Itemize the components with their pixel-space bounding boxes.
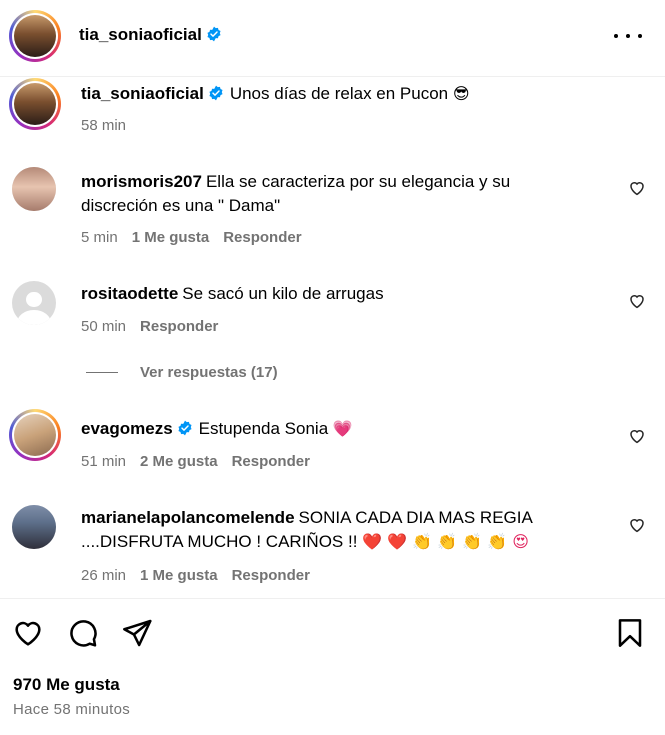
comment-username[interactable]: marianelapolancomelende [81,508,295,527]
comment-meta: 26 min 1 Me gusta Responder [81,567,310,584]
verified-badge-icon [207,26,221,42]
comment-avatar[interactable] [9,409,61,461]
comment-likes-link[interactable]: 2 Me gusta [140,453,218,470]
reply-button[interactable]: Responder [140,318,218,335]
comment-like-heart-icon[interactable] [628,427,646,445]
verified-badge-icon [209,85,223,101]
comment-time: 50 min [81,318,127,335]
comment-meta: 51 min 2 Me gusta Responder [81,453,310,470]
comment-like-heart-icon[interactable] [628,516,646,534]
caption-time: 58 min [81,117,127,134]
comment-meta: 50 min Responder [81,318,218,335]
comment-time: 5 min [81,229,118,246]
header-username[interactable]: tia_soniaoficial [79,25,222,45]
comment-time: 26 min [81,567,127,584]
bookmark-icon[interactable] [614,617,646,649]
profile-photo-icon [12,167,56,211]
comment-like-heart-icon[interactable] [628,292,646,310]
profile-photo-icon [14,414,56,456]
header-avatar[interactable] [9,10,61,62]
comment-username[interactable]: evagomezs [81,419,173,438]
replies-divider-line [86,372,118,373]
more-options-icon[interactable] [614,24,642,48]
comment-text: rositaodette Se sacó un kilo de arrugas [81,284,384,303]
comment-username[interactable]: rositaodette [81,284,178,303]
comment-avatar[interactable] [12,281,56,325]
send-icon[interactable] [121,617,153,649]
caption-username[interactable]: tia_soniaoficial [81,84,204,103]
reply-button[interactable]: Responder [232,567,310,584]
comment-likes-link[interactable]: 1 Me gusta [140,567,218,584]
likes-count[interactable]: 970 Me gusta [13,675,120,695]
heart-icon[interactable] [12,617,44,649]
caption-text: tia_soniaoficial Unos días de relax en Pu… [81,82,561,106]
comment-text: morismoris207 Ella se caracteriza por su … [81,172,511,215]
pink-heart-emoji: 💗 [332,419,353,438]
comment-text: evagomezs Estupenda Sonia 💗 [81,419,353,438]
emoji-reactions: ❤️ ❤️ 👏 👏 👏 👏 😍 [362,532,529,551]
comment-icon[interactable] [67,617,99,649]
comment-avatar[interactable] [12,505,56,549]
caption-avatar[interactable] [9,78,61,130]
profile-photo-icon [14,83,56,125]
post-time: Hace 58 minutos [13,701,131,718]
reply-button[interactable]: Responder [223,229,301,246]
comment-time: 51 min [81,453,127,470]
view-replies-button[interactable]: Ver respuestas (17) [86,364,278,381]
caption-body: Unos días de relax en Pucon [229,84,449,103]
comment-avatar[interactable] [12,167,56,211]
comment-like-heart-icon[interactable] [628,179,646,197]
comment-text: marianelapolancomelende SONIA CADA DIA MA… [81,508,532,551]
profile-photo-icon [12,505,56,549]
post-header: tia_soniaoficial [0,0,665,77]
comment-likes-link[interactable]: 1 Me gusta [132,229,210,246]
comment-username[interactable]: morismoris207 [81,172,202,191]
profile-photo-icon [14,15,56,57]
comment-meta: 5 min 1 Me gusta Responder [81,229,302,246]
verified-badge-icon [178,420,192,436]
sunglasses-emoji: 😎 [452,84,470,103]
reply-button[interactable]: Responder [232,453,310,470]
